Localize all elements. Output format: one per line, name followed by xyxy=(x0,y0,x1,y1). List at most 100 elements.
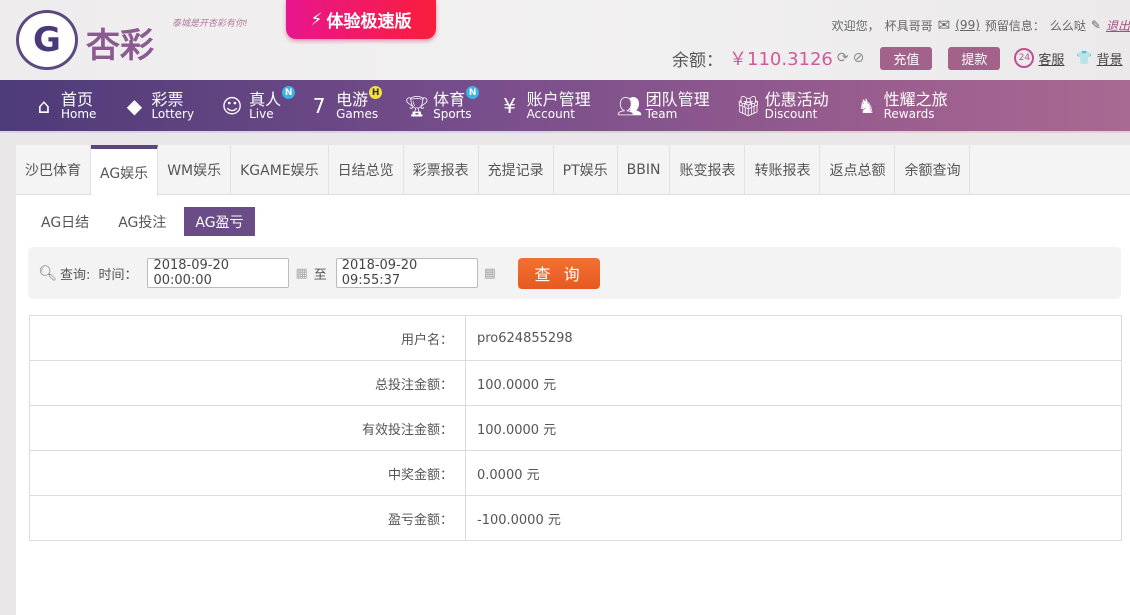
mail-count[interactable]: (99) xyxy=(955,18,980,32)
header: G 杏彩 泰城是开杏彩有你! ⚡ 体验极速版 欢迎您， 杯具哥哥 ✉ (99) 预… xyxy=(0,0,1130,80)
nav-label-zh: 彩票 xyxy=(151,89,184,109)
team-icon: 👥︎ xyxy=(616,93,642,118)
row-label: 有效投注金额： xyxy=(29,405,466,451)
badge-h: H xyxy=(369,86,383,99)
logout-link[interactable]: 退出 xyxy=(1106,17,1130,34)
nav-item-games[interactable]: 7 电游 Games H xyxy=(307,80,383,131)
withdraw-button[interactable]: 提款 xyxy=(948,46,1001,70)
service-24-icon: 24 xyxy=(1014,48,1035,68)
query-button[interactable]: 查 询 xyxy=(518,257,601,289)
slogan: 泰城是开杏彩有你! xyxy=(172,19,248,29)
profit-table: 用户名： pro624855298 总投注金额： 100.0000 元有效投注金额： 1… xyxy=(29,315,1122,541)
nav-label-zh: 首页 xyxy=(61,89,94,109)
to-label: 至 xyxy=(313,267,327,283)
search-label: 查询: xyxy=(60,267,91,283)
tab-6[interactable]: 充提记录 xyxy=(479,145,554,194)
tab-7[interactable]: PT娱乐 xyxy=(554,145,618,194)
nav-item-live[interactable]: ☺ 真人 Live N xyxy=(220,80,296,131)
balance-label: 余额： xyxy=(672,50,723,71)
nav-label-en: Games xyxy=(336,106,379,121)
nav-item-sports[interactable]: 🏆︎ 体育 Sports N xyxy=(404,80,480,131)
row-label: 中奖金额： xyxy=(29,450,466,496)
row-value: pro624855298 xyxy=(465,315,1122,361)
nav-label-en: Team xyxy=(645,106,678,121)
nav-item-rewards[interactable]: ♞ 性耀之旅 Rewards xyxy=(855,80,948,131)
search-icon: 🔍︎ xyxy=(38,264,58,282)
subtab-ag-bets[interactable]: AG投注 xyxy=(107,207,177,236)
calendar-icon[interactable]: ▦ xyxy=(295,266,307,281)
mail-icon[interactable]: ✉ xyxy=(938,16,951,34)
subtab-ag-daily[interactable]: AG日结 xyxy=(30,207,100,236)
balance-bar: 余额： ￥110.3126 ⟳ ⊘ 充值 提款 24 客服 👕 背景 xyxy=(672,45,1123,71)
fast-version-label: 体验极速版 xyxy=(326,12,412,32)
logo-emblem[interactable]: G xyxy=(16,10,78,70)
nav-item-home[interactable]: ⌂ 首页 Home xyxy=(32,80,97,131)
dealer-icon: ☺ xyxy=(221,93,243,118)
yen-icon: ¥ xyxy=(503,93,516,118)
welcome-text: 欢迎您， xyxy=(831,18,880,33)
background-link[interactable]: 背景 xyxy=(1097,49,1123,68)
tab-4[interactable]: 日结总览 xyxy=(329,145,404,194)
ag-subtabs: AG日结 AG投注 AG盈亏 xyxy=(30,207,262,236)
tab-11[interactable]: 返点总额 xyxy=(820,145,896,194)
rewards-icon: ♞ xyxy=(857,93,876,118)
nav-item-discount[interactable]: 🎁︎ 优惠活动 Discount xyxy=(736,80,829,131)
content-panel: 沙巴体育 AG娱乐 WM娱乐 KGAME娱乐 日结总览 彩票报表 充提记录 PT娱乐 BBIN 账… xyxy=(16,145,1130,615)
tab-3[interactable]: KGAME娱乐 xyxy=(231,145,329,194)
logo-text: 杏彩 xyxy=(86,26,154,66)
nav-label-en: Discount xyxy=(764,106,818,121)
service-link[interactable]: 客服 xyxy=(1038,49,1064,68)
refresh-icon[interactable]: ⟳ xyxy=(837,50,849,66)
tab-0[interactable]: 沙巴体育 xyxy=(16,145,91,194)
main-nav: ⌂ 首页 Home ◆ 彩票 Lottery ☺ 真人 Live N 7 电游 Games H 🏆︎ 体育 Sp… xyxy=(0,80,1130,133)
hide-eye-icon[interactable]: ⊘ xyxy=(853,50,865,66)
row-value: 100.0000 元 xyxy=(465,360,1122,406)
tab-8[interactable]: BBIN xyxy=(618,145,671,194)
nav-label-en: Home xyxy=(61,106,97,121)
seven-icon: 7 xyxy=(312,93,326,118)
reserved-label: 预留信息： xyxy=(984,18,1045,33)
tab-9[interactable]: 账变报表 xyxy=(670,145,746,194)
tab-1[interactable]: AG娱乐 xyxy=(91,145,159,196)
reserved-value: 么么哒 xyxy=(1049,18,1086,33)
ticket-icon: ◆ xyxy=(126,93,143,118)
badge-n: N xyxy=(466,86,480,99)
tab-10[interactable]: 转账报表 xyxy=(745,145,821,194)
tab-5[interactable]: 彩票报表 xyxy=(404,145,479,194)
table-row: 用户名： pro624855298 xyxy=(29,315,1122,361)
nav-label-zh: 性耀之旅 xyxy=(883,89,948,109)
trophy-icon: 🏆︎ xyxy=(404,93,430,118)
deposit-button[interactable]: 充值 xyxy=(880,46,933,70)
table-row: 中奖金额： 0.0000 元 xyxy=(29,450,1122,496)
nav-label-zh: 团队管理 xyxy=(645,89,710,109)
row-label: 用户名： xyxy=(29,315,466,361)
calendar-icon[interactable]: ▦ xyxy=(484,266,496,281)
table-row: 盈亏金额： -100.0000 元 xyxy=(29,495,1122,541)
table-row: 有效投注金额： 100.0000 元 xyxy=(29,405,1122,451)
row-label: 盈亏金额： xyxy=(29,495,466,541)
end-time-input[interactable]: 2018-09-20 09:55:37 xyxy=(335,258,478,288)
nav-label-en: Account xyxy=(526,106,576,121)
row-value: 100.0000 元 xyxy=(465,405,1122,451)
lightning-icon: ⚡ xyxy=(310,9,323,30)
gift-icon: 🎁︎ xyxy=(735,93,761,118)
tab-12[interactable]: 余额查询 xyxy=(895,145,971,194)
subtab-ag-profit[interactable]: AG盈亏 xyxy=(184,207,255,236)
row-label: 总投注金额： xyxy=(29,360,466,406)
shirt-icon: 👕 xyxy=(1076,50,1093,66)
table-row: 总投注金额： 100.0000 元 xyxy=(29,360,1122,406)
balance-value: ￥110.3126 xyxy=(729,49,833,70)
edit-icon[interactable]: ✎ xyxy=(1091,18,1101,32)
start-time-input[interactable]: 2018-09-20 00:00:00 xyxy=(147,258,290,288)
time-label: 时间： xyxy=(98,267,138,283)
nav-item-team[interactable]: 👥︎ 团队管理 Team xyxy=(617,80,710,131)
fast-version-button[interactable]: ⚡ 体验极速版 xyxy=(286,0,436,39)
search-bar: 🔍︎ 查询: 时间： 2018-09-20 00:00:00 ▦ 至 2018-… xyxy=(28,247,1121,299)
nav-label-en: Lottery xyxy=(151,106,195,121)
nav-item-lottery[interactable]: ◆ 彩票 Lottery xyxy=(122,80,194,131)
row-value: -100.0000 元 xyxy=(465,495,1122,541)
nav-item-account[interactable]: ¥ 账户管理 Account xyxy=(498,80,590,131)
username: 杯具哥哥 xyxy=(884,18,933,33)
user-info: 欢迎您， 杯具哥哥 ✉ (99) 预留信息： 么么哒 ✎ 退出 xyxy=(832,16,1130,34)
tab-2[interactable]: WM娱乐 xyxy=(158,145,232,194)
